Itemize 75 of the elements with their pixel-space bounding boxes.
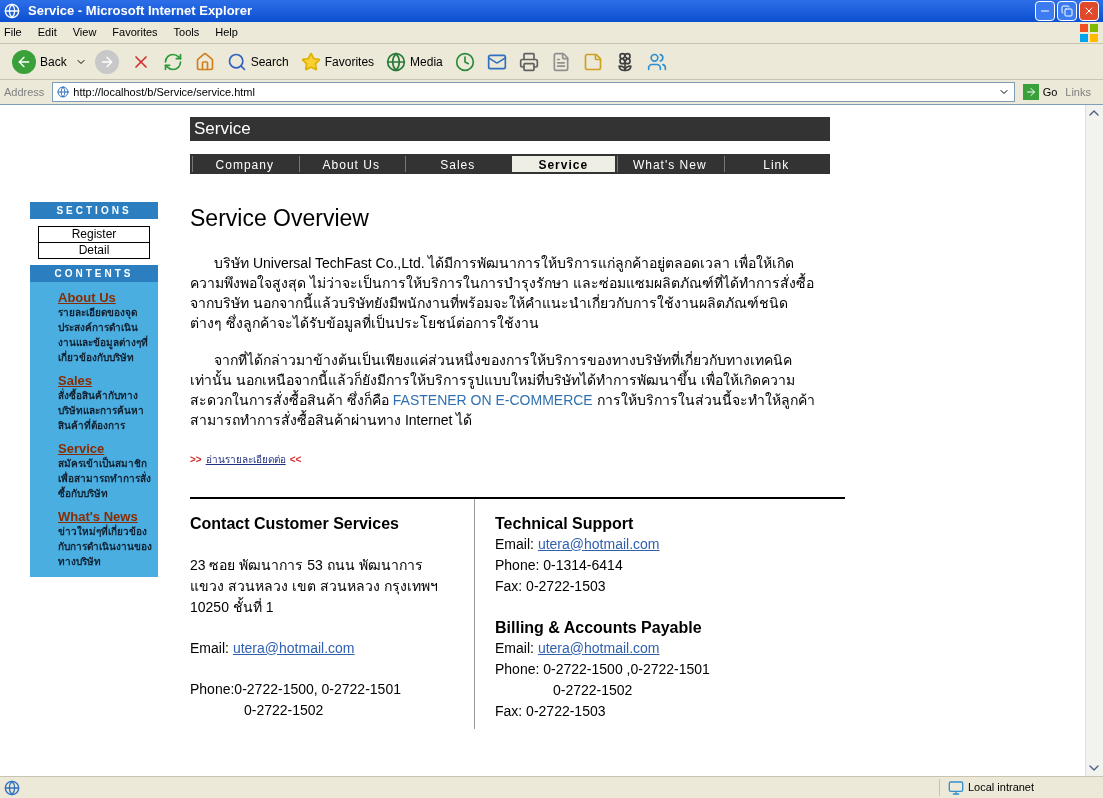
scrollbar[interactable]: [1085, 105, 1103, 776]
nav-tab[interactable]: Company: [192, 156, 297, 172]
window-title: Service - Microsoft Internet Explorer: [28, 2, 252, 21]
arrow-mark: <<: [289, 452, 302, 467]
support-heading: Technical Support: [495, 513, 635, 534]
menu-item[interactable]: Help: [215, 24, 238, 41]
restore-button[interactable]: [1057, 1, 1077, 21]
menu-item[interactable]: Edit: [37, 24, 57, 41]
email-link[interactable]: utera@hotmail.com: [537, 533, 660, 555]
browser-icon: [4, 3, 20, 19]
favorites-button[interactable]: Favorites: [296, 45, 379, 78]
address-line: 10250 ชั้นที่ 1: [190, 596, 275, 617]
computer-icon: [948, 779, 964, 796]
content-description: สมัครเข้าเป็นสมาชิกเพื่อสามารถทำการสั่งซื้อกับบริษัท: [58, 456, 152, 501]
menu-item[interactable]: View: [72, 24, 97, 41]
address-field[interactable]: http://localhost/b/Service/service.html: [52, 82, 1015, 102]
nav-tab[interactable]: About Us: [298, 156, 403, 172]
body-paragraph: จากที่ได้กล่าวมาข้างต้นเป็นเพียงแค่ส่วนหนึ่งของการให้บริการของทางบริษัทที่เกี่ยวกับทางเทคนิคเท่านั้น นอกเหนือจากนี้แล้วก็ยังมีการให้บริการรูปแบบใหม่ที่บริษัทได้ทำการพัฒนาขึ้น เพื่อให้เกิดความสะดวกในการสั่งซื้อสินค้า ซึ่งก็คือ FASTENER ON E-COMMERCE การให้บริการในส่วนนี้จะทำให้ลูกค้าสามารถทำการสั่งซื้อสินค้าผ่านทาง Internet ได้: [190, 350, 816, 430]
content-description: ข่าวใหม่ๆที่เกี่ยวข้องกับการดำเนินงานของทางบริษัท: [58, 524, 153, 569]
content-link[interactable]: About Us: [58, 290, 154, 305]
menu-item[interactable]: Favorites: [112, 24, 158, 41]
minimize-button[interactable]: [1035, 1, 1055, 21]
page-icon: [4, 779, 20, 796]
contact-line: Fax: 0-2722-1503: [495, 576, 607, 596]
nav-tab[interactable]: Sales: [405, 156, 510, 172]
address-line: 23 ซอย พัฒนาการ 53 ถนน พัฒนาการ: [190, 555, 424, 575]
search-icon: [226, 51, 247, 72]
go-button[interactable]: Go: [1022, 83, 1058, 101]
nav-tab[interactable]: Link: [723, 156, 828, 172]
body-paragraph: บริษัท Universal TechFast Co.,Ltd. ได้มีการพัฒนาการให้บริการแก่ลูกค้าอยู่ตลอดเวลา เพื่อให้เกิดความพึงพอใจสูงสุด ไม่ว่าจะเป็นการให้บริการในการบำรุงรักษา และซ่อมแซมผลิตภัณฑ์ที่ได้ทำการสั่งซื้อจากบริษัท นอกจากนี้แล้วบริษัทยังมีพนักงานที่พร้อมจะให้คำแนะนำเกี่ยวกับการใช้งานผลิตภัณฑ์ชนิดต่างๆ ซึ่งลูกค้าจะได้รับข้อมูลที่เป็นประโยชน์ต่อการใช้งาน: [190, 253, 815, 333]
contact-line: Fax: 0-2722-1503: [495, 701, 607, 721]
email-label: Email:: [190, 638, 229, 658]
menu-item[interactable]: Tools: [173, 24, 200, 41]
star-icon: [300, 51, 321, 72]
clock-icon: [454, 51, 475, 72]
phone-line: Phone:0-2722-1500, 0-2722-1501: [190, 679, 402, 699]
email-link[interactable]: utera@hotmail.com: [537, 637, 660, 659]
restore-icon: [1061, 5, 1073, 17]
menu-item[interactable]: File: [4, 24, 22, 41]
email-label: Email:: [495, 638, 534, 658]
support-heading: Billing & Accounts Payable: [495, 617, 703, 638]
back-button[interactable]: Back: [8, 45, 71, 78]
section-button[interactable]: Detail: [38, 242, 150, 259]
close-icon: [1083, 5, 1095, 17]
phone-line: 0-2722-1502: [243, 700, 325, 720]
contact-line: Phone: 0-1314-6414: [495, 555, 624, 575]
content-description: รายละเอียดของจุดประสงค์การดำเนินงานและข้อมูลต่างๆที่เกี่ยวข้องกับบริษัท: [58, 306, 149, 365]
security-zone: Local intranet: [968, 780, 1035, 796]
media-button[interactable]: Media: [382, 45, 447, 78]
contact-line: Phone: 0-2722-1500 ,0-2722-1501: [495, 659, 710, 679]
page-banner: Service: [190, 117, 830, 141]
home-icon: [194, 51, 215, 72]
email-label: Email:: [495, 534, 534, 554]
nav-tab[interactable]: What's New: [617, 156, 722, 172]
search-button[interactable]: Search: [222, 45, 293, 78]
contact-line: 0-2722-1502: [552, 680, 634, 700]
windows-logo-icon: [1079, 22, 1099, 43]
arrow-mark: >>: [190, 452, 202, 467]
printer-icon: [518, 51, 539, 72]
globe-icon: [386, 51, 407, 72]
address-line: แขวง สวนหลวง เขต สวนหลวง กรุงเทพฯ: [190, 576, 439, 597]
sections-header: SECTIONS: [30, 202, 158, 219]
people-icon: [646, 51, 667, 72]
nav-tab[interactable]: Service: [511, 156, 615, 172]
close-button[interactable]: [1079, 1, 1099, 21]
address-label: Address: [4, 84, 45, 100]
contact-heading: Contact Customer Services: [190, 513, 400, 534]
refresh-icon: [162, 51, 183, 72]
content-description: สั่งซื้อสินค้ากับทางบริษัทและการค้นหาสินค้าที่ต้องการ: [58, 388, 145, 433]
contents-header: CONTENTS: [30, 265, 158, 282]
page-icon: [57, 86, 70, 98]
note-icon: [582, 51, 603, 72]
read-more-link[interactable]: อ่านรายละเอียดต่อ: [205, 451, 286, 467]
email-link[interactable]: utera@hotmail.com: [232, 637, 355, 659]
page-heading: Service Overview: [190, 204, 370, 233]
